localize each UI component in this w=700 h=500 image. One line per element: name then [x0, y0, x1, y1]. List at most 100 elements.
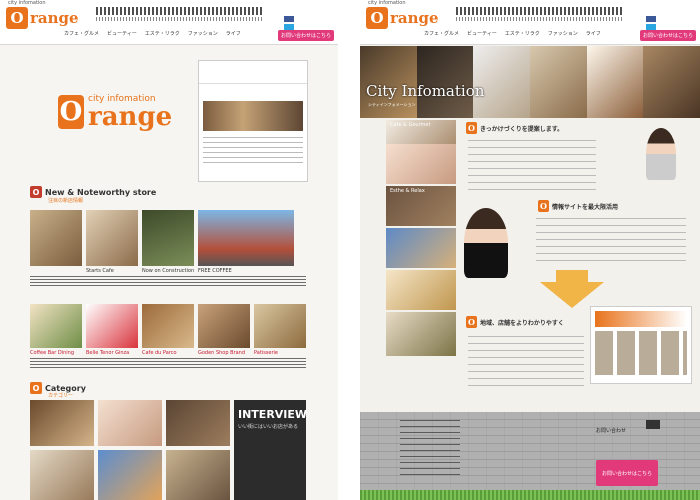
interview-title: INTERVIEW [238, 408, 308, 421]
block2-head-text: 情報サイトを最大限活用 [552, 203, 619, 211]
store-thumb[interactable] [198, 304, 250, 348]
logo-sub: city infomation [368, 0, 406, 6]
preview-text [203, 137, 303, 167]
block2-heading: O 情報サイトを最大限活用 [538, 200, 618, 212]
nav-item-cafe[interactable]: カフェ・グルメ [424, 30, 459, 37]
nav-item-esthe[interactable]: エステ・リラク [505, 30, 540, 37]
o-icon: O [466, 122, 477, 134]
block3-head-text: 地域、店舗をよりわかりやすく [480, 319, 564, 327]
plant-image [386, 312, 456, 356]
section-o-icon: O [30, 186, 42, 198]
store-thumb[interactable] [86, 210, 138, 266]
woman-phone-image [464, 208, 508, 278]
store-desc-lines [30, 276, 306, 286]
block3-text [468, 336, 584, 386]
nav-item-beauty[interactable]: ビューティー [107, 30, 137, 37]
header: city infomation O range カフェ・グルメ ビューティー エ… [360, 0, 700, 45]
logo-word: range [390, 8, 439, 27]
food-image [386, 270, 456, 310]
logo-o-badge: O [6, 7, 28, 29]
down-arrow-icon [540, 282, 604, 308]
left-page: city infomation O range カフェ・グルメ ビューティー エ… [0, 0, 338, 500]
block1-heading: O きっかけづくりを提案します。 [466, 122, 563, 134]
new-title-text: New & Noteworthy store [45, 187, 157, 197]
header-text-strip-2 [456, 17, 624, 21]
site-screenshot-image [590, 306, 692, 384]
nav-item-life[interactable]: ライフ [226, 30, 241, 37]
category-tile-life[interactable] [30, 450, 94, 500]
esthe-label: Esthe & Relax [390, 188, 425, 194]
block1-head-text: きっかけづくりを提案します。 [480, 125, 564, 133]
nav-item-fashion[interactable]: ファッション [188, 30, 218, 37]
store-thumb[interactable] [86, 304, 138, 348]
category-tile-town[interactable] [98, 450, 162, 500]
preview-photo [203, 101, 303, 131]
nav: カフェ・グルメ ビューティー エステ・リラク ファッション ライフ [424, 30, 601, 37]
cafe-label: Cafe & Gourmet [390, 122, 431, 128]
category-tile-cafe[interactable] [30, 400, 94, 446]
block1-text [468, 140, 596, 190]
hero-o-badge: O [58, 95, 84, 129]
store-caption: Now on Construction [142, 268, 195, 274]
nav: カフェ・グルメ ビューティー エステ・リラク ファッション ライフ [64, 30, 241, 37]
category-tile-esthe[interactable] [166, 400, 230, 446]
store-thumb[interactable] [30, 304, 82, 348]
category-sub: カテゴリー [48, 393, 74, 399]
store-thumb[interactable] [30, 210, 82, 266]
footer-note: お問い合わせ [596, 428, 627, 434]
contact-button[interactable]: お問い合わせはこちら [640, 30, 696, 41]
category-tile-beauty[interactable] [98, 400, 162, 446]
page-subtitle: シティインフォメーション [368, 102, 416, 107]
store-caption: Patisserie [254, 350, 279, 356]
town-image [386, 228, 456, 268]
grass-decoration [360, 490, 700, 500]
store-caption: Coffee Bar Dining [30, 350, 75, 356]
category-tile-event[interactable] [166, 450, 230, 500]
block2-text [536, 218, 686, 262]
new-section-sub: 注目の新店情報 [48, 198, 84, 204]
store-caption: Cafe du Parco [142, 350, 177, 356]
section-o-icon: O [30, 382, 42, 394]
hero-word: range [88, 102, 173, 132]
logo[interactable]: city infomation O range [366, 0, 439, 30]
beauty-image [386, 144, 456, 184]
store-thumb[interactable] [142, 210, 194, 266]
hero-logo: O city infomation range [58, 90, 186, 134]
store-desc-lines [30, 358, 306, 368]
store-thumb[interactable] [142, 304, 194, 348]
facebook-icon[interactable] [284, 16, 294, 22]
facebook-icon[interactable] [646, 16, 656, 22]
logo[interactable]: city infomation O range [6, 0, 79, 30]
nav-item-esthe[interactable]: エステ・リラク [145, 30, 180, 37]
page-title: City Infomation [366, 82, 485, 100]
woman-thinking-image [646, 128, 676, 180]
nav-item-fashion[interactable]: ファッション [548, 30, 578, 37]
store-thumb[interactable] [254, 304, 306, 348]
nav-item-life[interactable]: ライフ [586, 30, 601, 37]
nav-item-beauty[interactable]: ビューティー [467, 30, 497, 37]
contact-button[interactable]: お問い合わせはこちら [278, 30, 334, 41]
logo-word: range [30, 8, 79, 27]
preview-header [199, 61, 307, 84]
interview-sub: いい街にはいいお店がある [238, 424, 299, 430]
store-thumb[interactable] [198, 210, 294, 266]
header-text-strip [456, 7, 624, 15]
logo-o-badge: O [366, 7, 388, 29]
interview-banner[interactable]: INTERVIEW いい街にはいいお店がある [234, 400, 308, 500]
store-caption: FREE COFFEE [198, 268, 232, 274]
store-caption: Goden Shop Brand [198, 350, 245, 356]
nav-item-cafe[interactable]: カフェ・グルメ [64, 30, 99, 37]
block3-heading: O 地域、店舗をよりわかりやすく [466, 316, 564, 328]
header-text-strip [96, 7, 264, 15]
o-icon: O [538, 200, 549, 212]
o-icon: O [466, 316, 477, 328]
logo-sub: city infomation [8, 0, 46, 6]
site-preview [198, 60, 308, 182]
store-caption: Belle Tenor Ginza [86, 350, 130, 356]
store-caption: Starts Cafe [86, 268, 114, 274]
header: city infomation O range カフェ・グルメ ビューティー エ… [0, 0, 338, 45]
right-page: city infomation O range カフェ・グルメ ビューティー エ… [360, 0, 700, 500]
header-text-strip-2 [96, 17, 264, 21]
footer-links [400, 420, 460, 480]
footer-contact-button[interactable]: お問い合わせはこちら [596, 460, 658, 486]
